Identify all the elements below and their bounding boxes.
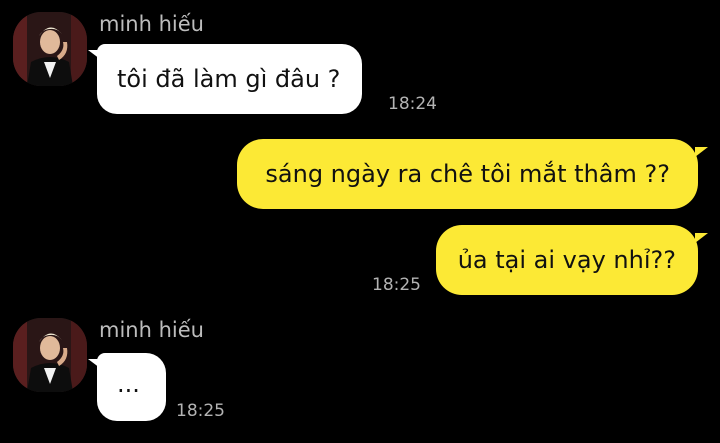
avatar-photo-icon [13,12,87,86]
message-bubble-outgoing[interactable]: sáng ngày ra chê tôi mắt thâm ?? [237,139,708,209]
bubble-tail [695,233,708,243]
message-timestamp: 18:25 [176,401,225,421]
bubble-tail [88,359,100,368]
message-text: ủa tại ai vạy nhỉ?? [457,246,676,274]
bubble-tail [88,50,100,59]
message-timestamp: 18:24 [388,94,437,114]
message-timestamp: 18:25 [372,275,421,295]
message-bubble-incoming[interactable]: tôi đã làm gì đâu ? [88,44,363,114]
message-bubble-incoming[interactable]: ... [88,353,166,421]
bubble-tail [695,147,708,157]
message-text: tôi đã làm gì đâu ? [117,65,341,93]
sender-avatar[interactable] [13,12,87,86]
message-text: sáng ngày ra chê tôi mắt thâm ?? [265,160,670,188]
sender-name: minh hiếu [99,318,204,342]
avatar-photo-icon [13,318,87,392]
message-text: ... [117,370,140,398]
message-bubble-outgoing[interactable]: ủa tại ai vạy nhỉ?? [435,225,708,295]
sender-name: minh hiếu [99,12,204,36]
sender-avatar[interactable] [13,318,87,392]
